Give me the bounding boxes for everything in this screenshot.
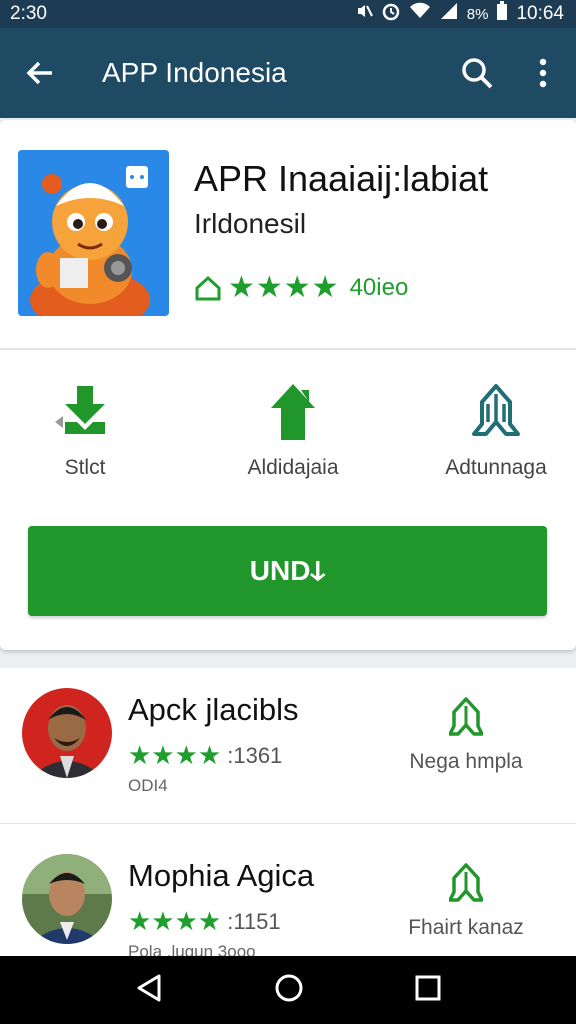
list-item-subtitle: ODI4 [128, 776, 168, 795]
action-row: Stlct Aldidajaia Adtunnaga [0, 382, 576, 492]
rating-stars: ★★★★ [128, 906, 222, 936]
download-icon [55, 386, 105, 434]
action-home[interactable]: Aldidajaia [218, 382, 368, 480]
list-item-action[interactable]: Fhairt kanaz [386, 862, 546, 940]
rating-count: 40ieo [349, 273, 409, 301]
person-avatar-icon [22, 854, 112, 944]
list-item-action[interactable]: Nega hmpla [386, 696, 546, 774]
list-item[interactable]: Apck jlacibls ★★★★ :1361 ODI4 Nega hmpla [0, 668, 576, 818]
action-share[interactable]: Adtunnaga [436, 382, 556, 480]
app-developer: Irldonesil [194, 208, 307, 239]
signal-icon [439, 2, 459, 26]
rating-stars: ★★★★ [128, 740, 222, 770]
app-bar-title: APP Indonesia [102, 57, 287, 88]
alarm-icon [381, 1, 401, 27]
circle-home-icon [275, 974, 303, 1001]
search-button[interactable] [444, 56, 510, 90]
overflow-menu-button[interactable] [510, 57, 576, 89]
more-vert-icon [539, 58, 547, 88]
app-detail-card: APR Inaaiaij:labiat Irldonesil ★★★★ 40ie… [0, 120, 576, 650]
list-item-title: Apck jlacibls [128, 692, 299, 727]
share-icon [449, 863, 483, 902]
rating-count: :1151 [227, 908, 281, 934]
status-icons: 8% 10:64 [355, 1, 564, 27]
house-outline-icon [195, 275, 221, 300]
action-download[interactable]: Stlct [30, 382, 140, 480]
status-bar: 2:30 8% 10:64 [0, 0, 576, 28]
share-icon [472, 384, 520, 436]
list-item-title: Mophia Agica [128, 858, 315, 893]
list-item-action-label: Fhairt kanaz [408, 916, 524, 939]
divider [0, 823, 576, 824]
nav-back-button[interactable] [135, 973, 163, 1008]
install-button[interactable]: UNDↆ [28, 526, 547, 616]
nav-home-button[interactable] [274, 973, 304, 1008]
square-recents-icon [415, 975, 441, 1000]
status-time: 2:30 [10, 3, 47, 24]
avatar [22, 854, 112, 944]
app-icon[interactable] [18, 150, 169, 316]
status-clock-right: 10:64 [516, 3, 564, 24]
battery-icon [496, 1, 508, 27]
system-nav-bar [0, 956, 576, 1024]
battery-percent: 8% [466, 5, 489, 23]
list-item-rating: ★★★★ :1151 [128, 906, 281, 937]
person-avatar-icon [22, 688, 112, 778]
mute-icon [355, 2, 373, 26]
app-title: APR Inaaiaij:labiat [194, 158, 489, 199]
nav-recents-button[interactable] [415, 975, 441, 1006]
home-arrow-icon [271, 384, 315, 440]
search-icon [462, 58, 493, 89]
action-home-label: Aldidajaia [247, 456, 339, 479]
related-list: Apck jlacibls ★★★★ :1361 ODI4 Nega hmpla [0, 668, 576, 961]
wifi-icon [409, 2, 431, 26]
mascot-icon [18, 150, 169, 316]
app-bar: APP Indonesia [0, 28, 576, 118]
list-item-action-label: Nega hmpla [409, 750, 523, 773]
share-icon [449, 697, 483, 736]
list-item-rating: ★★★★ :1361 [128, 740, 282, 771]
action-share-label: Adtunnaga [445, 456, 547, 479]
rating-stars: ★★★★ [228, 271, 340, 304]
rating-count: :1361 [227, 742, 283, 768]
action-download-label: Stlct [64, 456, 106, 479]
back-button[interactable] [0, 57, 80, 89]
triangle-back-icon [137, 974, 161, 1001]
divider [0, 348, 576, 350]
arrow-left-icon [26, 61, 52, 85]
avatar [22, 688, 112, 778]
app-rating: ★★★★ 40ieo [194, 270, 408, 305]
